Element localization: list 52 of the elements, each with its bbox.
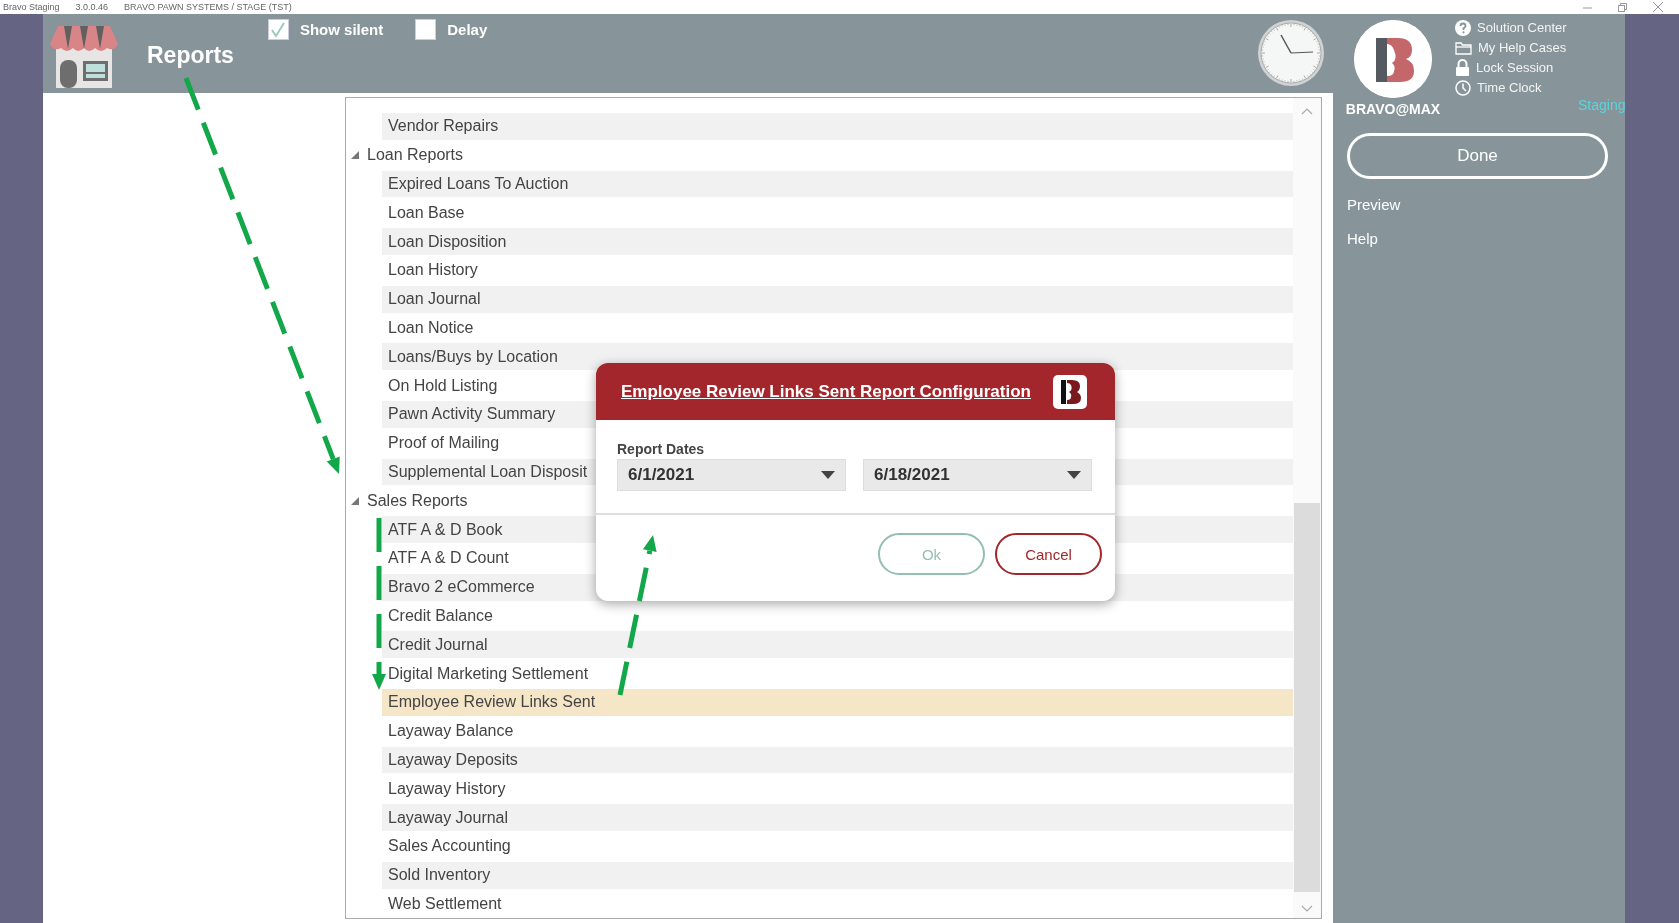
checkbox-label: Show silent (299, 21, 384, 38)
report-item[interactable]: Loan History (382, 257, 1293, 284)
lock-icon (1455, 59, 1470, 76)
report-item[interactable]: Loan Notice (382, 314, 1293, 342)
caret-icon (821, 471, 835, 479)
clock-icon (1455, 79, 1471, 96)
cancel-button[interactable]: Cancel (995, 533, 1102, 575)
report-item[interactable]: Digital Marketing Settlement (382, 660, 1293, 687)
checkmark-icon (270, 21, 287, 38)
brand-name: BRAVO@MAX (1345, 101, 1441, 117)
report-item[interactable]: Credit Balance (382, 602, 1293, 630)
checkbox[interactable] (267, 19, 289, 40)
checkbox-label: Delay (447, 21, 488, 38)
report-item[interactable]: Credit Journal (382, 631, 1293, 659)
brand-logo (1053, 374, 1087, 409)
version-label: 3.0.0.46 (75, 2, 109, 12)
report-item[interactable]: Layaway Deposits (382, 746, 1293, 774)
report-item[interactable]: Vendor Repairs (382, 113, 1293, 140)
scroll-up-icon[interactable] (1301, 108, 1313, 115)
group-header[interactable]: Sales Reports (367, 491, 468, 510)
report-item[interactable]: Web Settlement (382, 890, 1293, 918)
report-item[interactable]: Sales Accounting (382, 832, 1293, 860)
report-item[interactable]: Layaway Balance (382, 717, 1293, 745)
report-item[interactable]: Expired Loans To Auction (382, 170, 1293, 198)
dialog-title: Employee Review Links Sent Report Configuration (621, 381, 1031, 402)
close-icon[interactable] (1653, 2, 1663, 12)
collapse-icon[interactable] (350, 150, 360, 161)
collapse-icon[interactable] (350, 495, 360, 506)
date-dropdown[interactable]: 6/18/2021 (863, 459, 1092, 491)
caret-icon (1067, 471, 1081, 479)
environment-label: Staging (1578, 97, 1626, 113)
group-header[interactable]: Loan Reports (367, 146, 464, 165)
field-label: Report Dates (617, 441, 706, 457)
app-name: Bravo Staging (3, 2, 60, 12)
report-item[interactable]: Sold Inventory (382, 861, 1293, 889)
report-item[interactable]: Loan Journal (382, 285, 1293, 313)
system-label: BRAVO PAWN SYSTEMS / STAGE (TST) (124, 2, 292, 12)
help-icon (1455, 19, 1471, 36)
folder-icon (1455, 40, 1472, 55)
report-item[interactable]: Layaway History (382, 775, 1293, 803)
date-dropdown[interactable]: 6/1/2021 (617, 459, 846, 491)
report-item[interactable]: Loan Base (382, 199, 1293, 227)
scroll-down-icon[interactable] (1301, 905, 1313, 912)
report-item[interactable]: Loan Disposition (382, 228, 1293, 255)
store-icon (50, 24, 118, 88)
report-item[interactable]: Employee Review Links Sent (382, 688, 1293, 716)
page-title: Reports (147, 44, 234, 67)
restore-icon[interactable] (1618, 2, 1627, 12)
scrollbar-thumb[interactable] (1294, 503, 1320, 892)
report-item[interactable]: Layaway Journal (382, 804, 1293, 831)
clock-icon[interactable] (1257, 19, 1325, 87)
checkbox[interactable] (415, 19, 437, 40)
